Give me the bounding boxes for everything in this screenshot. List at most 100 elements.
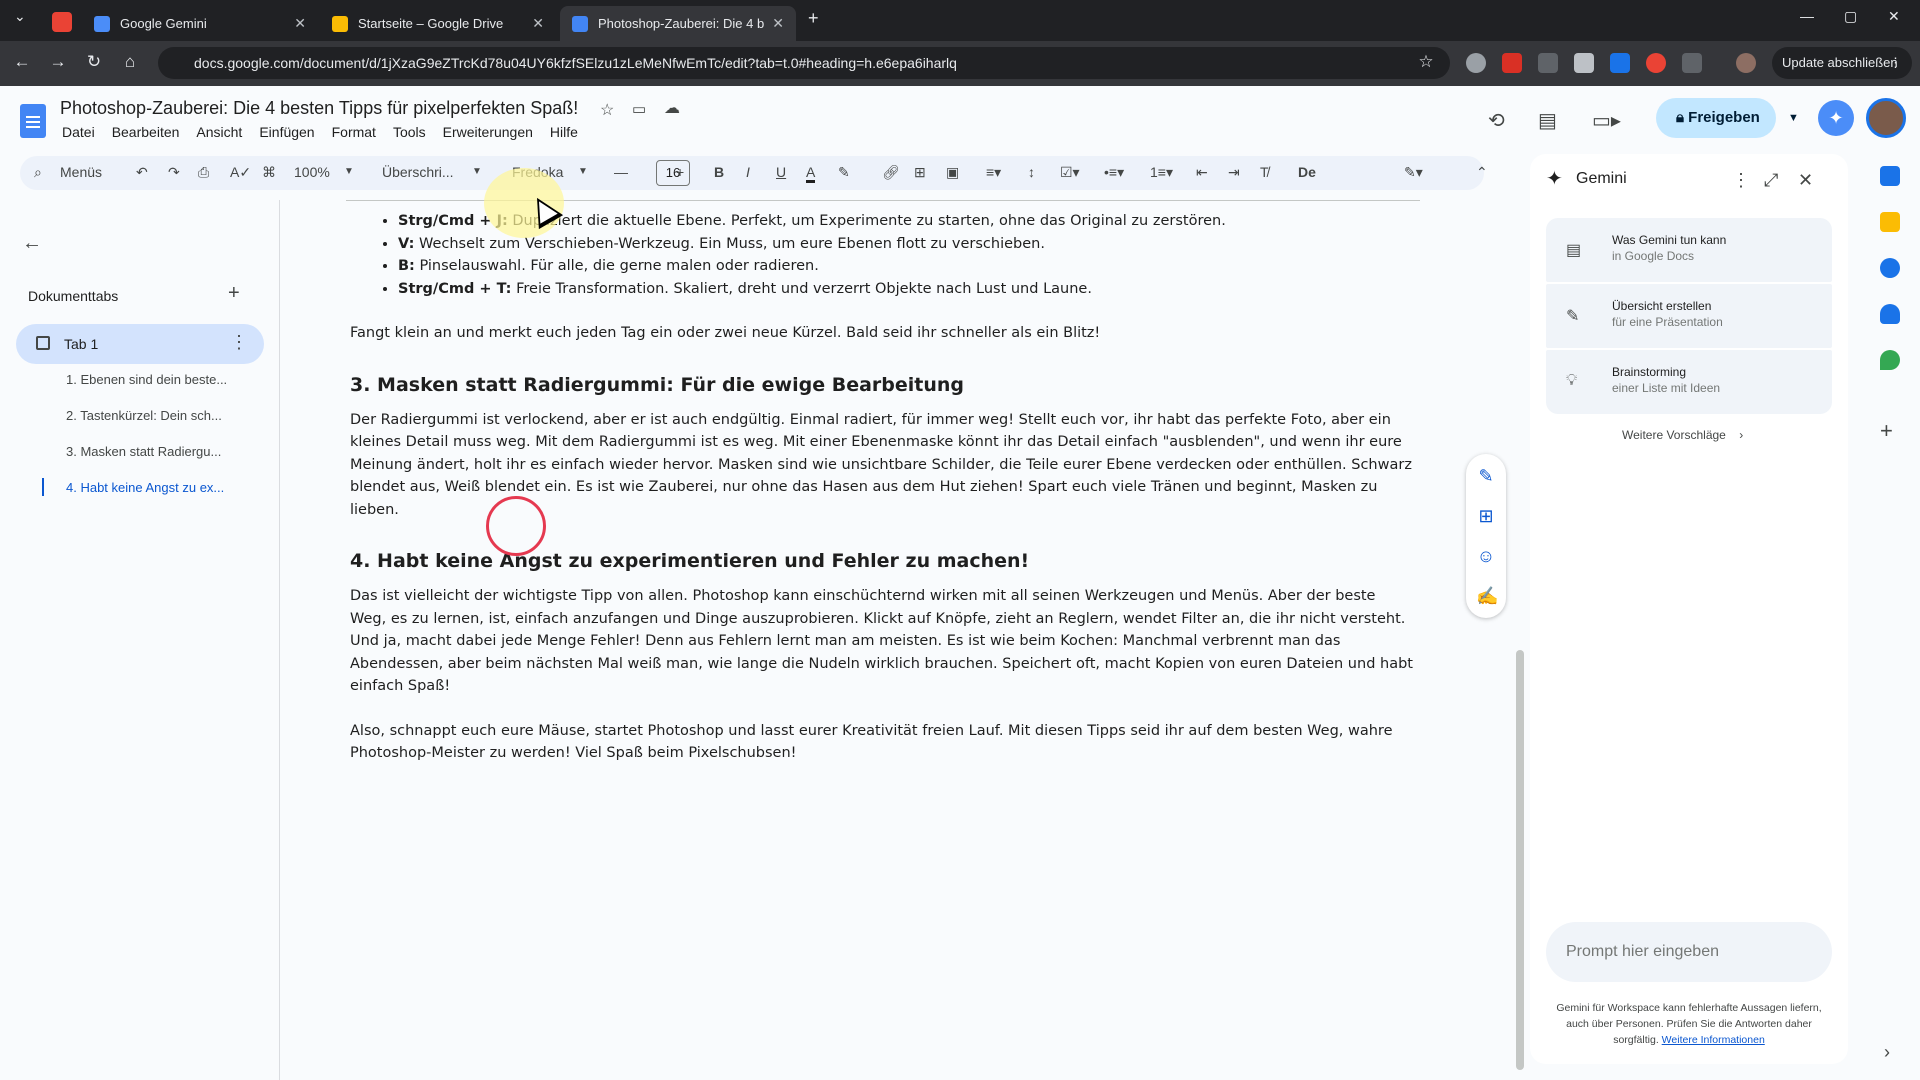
- language-select[interactable]: De: [1298, 164, 1316, 180]
- menu-item-bearbeiten[interactable]: Bearbeiten: [112, 124, 180, 140]
- collapse-toolbar-icon[interactable]: ⌃: [1476, 164, 1488, 181]
- add-comment-icon[interactable]: ⊞: [1476, 506, 1496, 526]
- suggest-edits-icon[interactable]: ✍: [1476, 586, 1498, 606]
- share-button[interactable]: 🔒︎ Freigeben ▼: [1656, 98, 1799, 138]
- tasks-icon[interactable]: [1880, 258, 1900, 278]
- add-tab-icon[interactable]: +: [228, 282, 240, 305]
- keep-icon[interactable]: [1880, 212, 1900, 232]
- close-icon[interactable]: ✕: [772, 15, 784, 32]
- print-icon[interactable]: ⎙: [198, 164, 209, 181]
- increase-font-size-icon[interactable]: +: [676, 164, 684, 180]
- maximize-icon[interactable]: ▢: [1844, 8, 1857, 25]
- gemini-prompt-input[interactable]: Prompt hier eingeben: [1546, 922, 1832, 982]
- increase-indent-icon[interactable]: ⇥: [1228, 164, 1240, 181]
- maps-icon[interactable]: [1880, 350, 1900, 370]
- decrease-font-size-icon[interactable]: —: [614, 164, 628, 180]
- line-spacing-icon[interactable]: ↕: [1028, 164, 1035, 180]
- browser-tab-drive[interactable]: Startseite – Google Drive ✕: [320, 6, 556, 41]
- outline-item-1[interactable]: 1. Ebenen sind dein beste...: [66, 372, 227, 387]
- checklist-icon[interactable]: ☑▾: [1060, 164, 1080, 181]
- clear-formatting-icon[interactable]: T̸: [1260, 164, 1269, 180]
- close-icon[interactable]: ✕: [294, 15, 306, 32]
- spellcheck-icon[interactable]: A✓: [230, 164, 251, 181]
- gmail-icon[interactable]: [52, 12, 72, 32]
- contacts-icon[interactable]: [1880, 304, 1900, 324]
- move-folder-icon[interactable]: ▭: [632, 100, 646, 118]
- browser-tab-docs[interactable]: Photoshop-Zauberei: Die 4 bes ✕: [560, 6, 796, 41]
- menu-item-format[interactable]: Format: [332, 124, 376, 140]
- version-history-icon[interactable]: ⟲: [1488, 108, 1505, 133]
- menu-search-label[interactable]: Menüs: [60, 164, 102, 180]
- highlight-icon[interactable]: ✎: [838, 164, 850, 181]
- extension-icon[interactable]: [1538, 53, 1558, 73]
- home-icon[interactable]: ⌂: [118, 52, 142, 72]
- close-icon[interactable]: ✕: [1798, 170, 1813, 191]
- outline-item-3[interactable]: 3. Masken statt Radiergu...: [66, 444, 221, 459]
- kebab-menu-icon[interactable]: ⋮: [230, 332, 248, 353]
- style-select[interactable]: Überschri...: [382, 164, 454, 180]
- profile-avatar-icon[interactable]: [1736, 53, 1756, 73]
- extension-icon[interactable]: [1466, 53, 1486, 73]
- paint-format-icon[interactable]: ⌘: [262, 164, 276, 181]
- document-body[interactable]: Strg/Cmd + J: Dupliziert die aktuelle Eb…: [350, 210, 1416, 765]
- update-button[interactable]: Update abschließen ⋮: [1772, 47, 1912, 79]
- add-app-icon[interactable]: +: [1880, 418, 1893, 444]
- chevron-right-icon[interactable]: ›: [1884, 1042, 1890, 1063]
- suggestion-create-overview[interactable]: ✎ Übersicht erstellen für eine Präsentat…: [1546, 284, 1832, 348]
- puzzle-icon[interactable]: [1682, 53, 1702, 73]
- bold-icon[interactable]: B: [714, 164, 724, 180]
- bulleted-list-icon[interactable]: •≡▾: [1104, 164, 1124, 181]
- link-icon[interactable]: 🔗︎: [882, 164, 900, 181]
- text-color-icon[interactable]: A: [806, 164, 816, 183]
- italic-icon[interactable]: I: [746, 164, 750, 180]
- redo-icon[interactable]: ↷: [168, 164, 180, 181]
- extension-icon[interactable]: [1502, 53, 1522, 73]
- editing-mode-icon[interactable]: ✎▾: [1404, 164, 1423, 181]
- emoji-icon[interactable]: ☺: [1476, 546, 1496, 566]
- align-icon[interactable]: ≡▾: [986, 164, 1001, 181]
- document-title[interactable]: Photoshop-Zauberei: Die 4 besten Tipps f…: [60, 98, 578, 119]
- more-suggestions-link[interactable]: Weitere Vorschläge ›: [1622, 428, 1743, 442]
- suggestion-what-gemini-can-do[interactable]: ▤ Was Gemini tun kann in Google Docs: [1546, 218, 1832, 282]
- meet-icon[interactable]: ▭▸: [1592, 108, 1621, 133]
- font-size-input[interactable]: 16: [656, 160, 690, 186]
- outline-item-2[interactable]: 2. Tastenkürzel: Dein sch...: [66, 408, 222, 423]
- back-arrow-icon[interactable]: ←: [22, 232, 42, 255]
- menu-item-hilfe[interactable]: Hilfe: [550, 124, 578, 140]
- expand-icon[interactable]: ⤢: [1764, 170, 1778, 191]
- extension-icon[interactable]: [1610, 53, 1630, 73]
- menu-item-datei[interactable]: Datei: [62, 124, 95, 140]
- browser-tab-gemini[interactable]: Google Gemini ✕: [82, 6, 318, 41]
- decrease-indent-icon[interactable]: ⇤: [1196, 164, 1208, 181]
- outline-item-4[interactable]: 4. Habt keine Angst zu ex...: [66, 480, 224, 495]
- calendar-icon[interactable]: [1880, 166, 1900, 186]
- camera-icon[interactable]: [1574, 53, 1594, 73]
- insert-image-icon[interactable]: ▣: [946, 164, 959, 181]
- menu-item-einfuegen[interactable]: Einfügen: [259, 124, 314, 140]
- underline-icon[interactable]: U: [776, 164, 786, 180]
- comments-icon[interactable]: ▤: [1538, 108, 1557, 133]
- undo-icon[interactable]: ↶: [136, 164, 148, 181]
- sidebar-item-tab-1[interactable]: Tab 1 ⋮: [16, 324, 264, 364]
- more-info-link[interactable]: Weitere Informationen: [1662, 1034, 1765, 1046]
- gemini-toggle-icon[interactable]: ✦: [1818, 100, 1854, 136]
- star-icon[interactable]: ☆: [600, 100, 614, 120]
- menu-item-erweiterungen[interactable]: Erweiterungen: [443, 124, 533, 140]
- extension-icon[interactable]: [1646, 53, 1666, 73]
- add-comment-icon[interactable]: ⊞: [914, 164, 926, 181]
- help-me-write-icon[interactable]: ✎: [1476, 466, 1496, 486]
- kebab-menu-icon[interactable]: ⋮: [1732, 170, 1750, 191]
- address-bar[interactable]: docs.google.com/document/d/1jXzaG9eZTrcK…: [158, 47, 1450, 79]
- suggestion-brainstorming[interactable]: 💡︎ Brainstorming einer Liste mit Ideen: [1546, 350, 1832, 414]
- zoom-select[interactable]: 100%: [294, 164, 330, 180]
- avatar[interactable]: [1866, 98, 1906, 138]
- new-tab-icon[interactable]: +: [808, 8, 819, 29]
- back-icon[interactable]: ←: [10, 52, 34, 72]
- bookmark-star-icon[interactable]: ☆: [1414, 52, 1438, 72]
- forward-icon[interactable]: →: [46, 52, 70, 72]
- scrollbar[interactable]: [1516, 650, 1524, 1070]
- reload-icon[interactable]: ↻: [82, 52, 106, 72]
- tab-search-icon[interactable]: ⌄: [14, 8, 26, 25]
- docs-logo-icon[interactable]: [20, 104, 46, 138]
- share-dropdown-icon[interactable]: ▼: [1788, 98, 1799, 138]
